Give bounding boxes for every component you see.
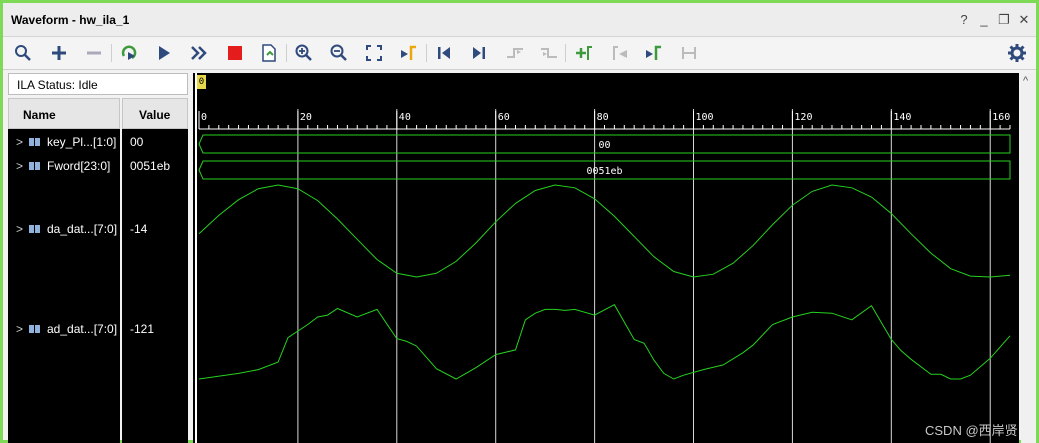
signal-value: -14 xyxy=(130,222,148,236)
remove-icon[interactable] xyxy=(84,43,104,63)
bus-value-label: 0051eb xyxy=(586,166,622,177)
value-column-header[interactable]: Value xyxy=(122,98,188,129)
signal-name-list: > key_Pl...[1:0] > Fword[23:0] > da_dat.… xyxy=(8,129,120,443)
signal-name: Fword[23:0] xyxy=(47,159,111,173)
next-marker-icon[interactable] xyxy=(644,43,664,63)
time-origin-cursor xyxy=(195,73,197,443)
go-to-cursor-icon[interactable] xyxy=(399,43,419,63)
signal-value-list: 00 0051eb -14 -121 xyxy=(122,129,188,443)
restore-button[interactable]: ❐ xyxy=(998,13,1010,27)
zoom-in-icon[interactable] xyxy=(294,43,314,63)
signal-value: -121 xyxy=(130,322,155,336)
previous-marker-icon[interactable] xyxy=(610,43,630,63)
bus-signal-icon xyxy=(29,225,40,233)
zoom-full-icon[interactable] xyxy=(364,43,384,63)
toolbar-separator xyxy=(286,44,287,62)
run-trigger-icon[interactable] xyxy=(119,43,139,63)
go-to-end-icon[interactable] xyxy=(469,43,489,63)
previous-transition-icon[interactable] xyxy=(505,43,525,63)
signal-value: 0051eb xyxy=(130,159,171,173)
da-data-waveform xyxy=(198,184,1011,278)
waveform-canvas[interactable]: 0 20 40 60 80 100 120 140 160 00 0051eb 0 xyxy=(193,73,1019,443)
chevron-right-icon[interactable]: > xyxy=(16,133,26,151)
name-column-header[interactable]: Name xyxy=(8,98,120,129)
signal-name: ad_dat...[7:0] xyxy=(47,322,118,336)
vertical-scrollbar[interactable]: ^ xyxy=(1021,73,1036,443)
ruler-tick-label: 100 xyxy=(696,112,714,123)
ruler-tick-label: 60 xyxy=(498,112,510,123)
title-bar: Waveform - hw_ila_1 ? _ ❐ ✕ xyxy=(3,3,1036,37)
bus-signal-icon xyxy=(29,325,40,333)
run-icon[interactable] xyxy=(154,43,174,63)
swap-cursors-icon[interactable] xyxy=(679,43,699,63)
ruler-tick-label: 120 xyxy=(794,112,812,123)
stop-icon[interactable] xyxy=(225,43,245,63)
zoom-fit-search-icon[interactable] xyxy=(13,43,33,63)
ila-status: ILA Status: Idle xyxy=(8,73,188,95)
cursor-marker[interactable]: 0 xyxy=(197,75,206,89)
ruler-tick-label: 160 xyxy=(992,112,1010,123)
bus-signal-icon xyxy=(29,138,40,146)
add-icon[interactable] xyxy=(49,43,69,63)
minimize-button[interactable]: _ xyxy=(978,13,990,27)
waveform-svg: 0 20 40 60 80 100 120 140 160 00 0051eb xyxy=(195,73,1011,443)
run-immediate-icon[interactable] xyxy=(189,43,209,63)
scroll-up-icon[interactable]: ^ xyxy=(1023,75,1028,87)
signal-value: 00 xyxy=(130,135,144,149)
toolbar-separator xyxy=(426,44,427,62)
window-title: Waveform - hw_ila_1 xyxy=(11,13,130,27)
export-icon[interactable] xyxy=(259,43,279,63)
bus-value-label: 00 xyxy=(598,140,610,151)
next-transition-icon[interactable] xyxy=(539,43,559,63)
ruler-tick-label: 0 xyxy=(201,112,207,123)
ruler-tick-label: 20 xyxy=(300,112,312,123)
chevron-right-icon[interactable]: > xyxy=(16,320,26,338)
ruler-tick-label: 40 xyxy=(399,112,411,123)
close-button[interactable]: ✕ xyxy=(1018,13,1030,27)
help-button[interactable]: ? xyxy=(958,13,970,27)
toolbar xyxy=(3,38,1036,70)
chevron-right-icon[interactable]: > xyxy=(16,157,26,175)
signal-name: da_dat...[7:0] xyxy=(47,222,118,236)
ruler-tick-label: 80 xyxy=(597,112,609,123)
bus-signal-icon xyxy=(29,162,40,170)
add-marker-icon[interactable] xyxy=(574,43,594,63)
toolbar-separator xyxy=(565,44,566,62)
go-to-start-icon[interactable] xyxy=(434,43,454,63)
window-controls: ? _ ❐ ✕ xyxy=(958,13,1030,27)
ruler-tick-label: 140 xyxy=(893,112,911,123)
waveform-window: Waveform - hw_ila_1 ? _ ❐ ✕ ILA Status: … xyxy=(0,0,1039,443)
chevron-right-icon[interactable]: > xyxy=(16,220,26,238)
watermark: CSDN @西岸贤 xyxy=(925,423,1018,438)
zoom-out-icon[interactable] xyxy=(329,43,349,63)
toolbar-separator xyxy=(111,44,112,62)
signal-name: key_Pl...[1:0] xyxy=(47,135,117,149)
ad-data-waveform xyxy=(198,304,1011,380)
settings-icon[interactable] xyxy=(1007,43,1027,63)
